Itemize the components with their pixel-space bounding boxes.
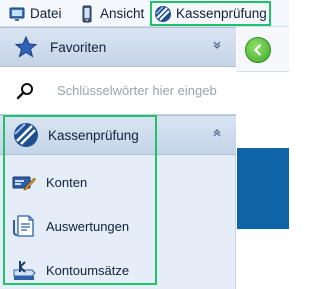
chevron-down-icon[interactable]	[212, 40, 222, 53]
menu-datei[interactable]: Datei	[8, 2, 62, 25]
navigation-panel: Favoriten Schlüsselwörter hier eingeb Ka…	[0, 27, 236, 289]
menu-ansicht[interactable]: Ansicht	[78, 2, 144, 25]
menu-bar: Datei Ansicht Kassenprüfung	[0, 0, 289, 27]
kassenpruefung-label: Kassenprüfung	[48, 127, 139, 143]
file-monitor-icon	[9, 7, 25, 21]
nav-item-konten-label: Konten	[46, 174, 88, 190]
chevron-up-icon[interactable]	[212, 128, 222, 141]
search-input[interactable]: Schlüsselwörter hier eingeb	[57, 83, 217, 98]
back-arrow-icon	[254, 44, 261, 56]
kassenpruefung-header[interactable]: Kassenprüfung	[0, 115, 236, 155]
menu-kassenpruefung[interactable]: Kassenprüfung	[150, 1, 271, 26]
menu-kassenpruefung-label: Kassenprüfung	[176, 6, 267, 21]
back-button[interactable]	[245, 37, 271, 63]
menu-datei-label: Datei	[30, 6, 62, 21]
accounts-edit-icon	[12, 176, 36, 191]
search-box[interactable]: Schlüsselwörter hier eingeb	[0, 67, 236, 115]
content-banner	[237, 148, 289, 229]
account-transactions-icon	[13, 261, 36, 280]
favorites-header[interactable]: Favoriten	[0, 27, 236, 67]
nav-item-kontoumsaetze[interactable]: Kontoumsätze	[0, 250, 236, 289]
content-area	[237, 27, 289, 289]
nav-item-konten[interactable]: Konten	[0, 162, 236, 202]
nav-item-auswertungen[interactable]: Auswertungen	[0, 206, 236, 246]
menu-ansicht-label: Ansicht	[100, 6, 145, 21]
nav-item-auswertungen-label: Auswertungen	[46, 218, 130, 234]
kassenpruefung-icon	[155, 5, 171, 22]
search-icon	[16, 82, 33, 99]
nav-item-kontoumsaetze-label: Kontoumsätze	[46, 262, 130, 278]
star-icon	[14, 35, 38, 58]
phone-icon	[82, 5, 92, 22]
report-document-icon	[13, 215, 34, 237]
kassenpruefung-icon	[14, 123, 38, 147]
content-toolbar	[237, 27, 289, 72]
favorites-label: Favoriten	[50, 39, 107, 55]
